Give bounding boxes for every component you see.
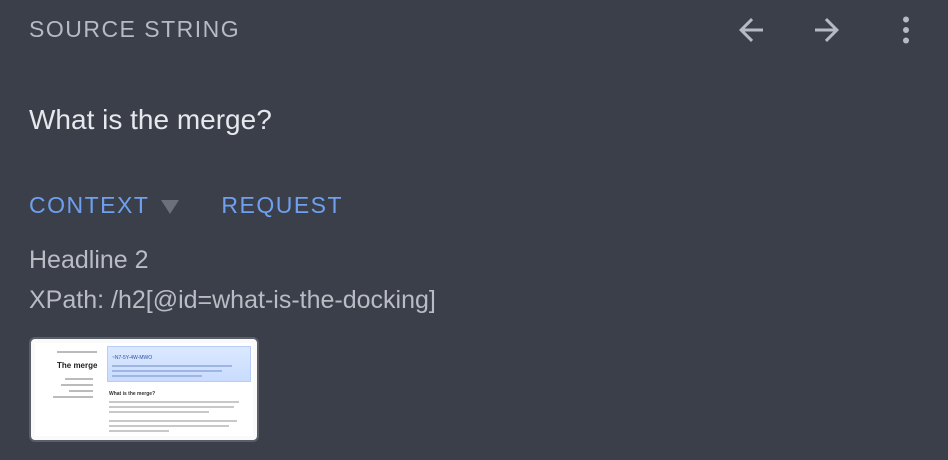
arrow-right-icon [815,18,839,42]
thumbnail-heading: What is the merge? [109,391,156,397]
thumbnail-banner-line [112,375,202,377]
context-screenshot-thumbnail[interactable]: The merge ~N7-5Y-4W-MWO What is the merg… [29,337,259,442]
tab-request[interactable]: REQUEST [221,192,343,219]
thumbnail-sidebar: The merge [35,343,105,436]
thumbnail-text-line [109,411,209,413]
more-vertical-icon [903,16,909,44]
panel-header: SOURCE STRING [0,0,948,62]
thumbnail-nav-line [65,378,93,380]
context-element-type: Headline 2 [29,246,149,274]
thumbnail-banner-line [112,365,232,367]
context-tabs: CONTEXT REQUEST [29,192,343,219]
thumbnail-banner-line [112,370,222,372]
thumbnail-text-line [109,406,234,408]
thumbnail-banner: ~N7-5Y-4W-MWO [107,346,251,382]
back-button[interactable] [731,10,771,50]
thumbnail-title: The merge [57,361,98,370]
forward-button[interactable] [807,10,847,50]
thumbnail-content: ~N7-5Y-4W-MWO What is the merge? [107,343,253,436]
thumbnail-text-line [109,425,229,427]
tab-context[interactable]: CONTEXT [29,192,180,219]
arrow-left-icon [739,18,763,42]
thumbnail-banner-title: ~N7-5Y-4W-MWO [112,355,153,361]
caret-down-icon [161,199,180,214]
thumbnail-text-line [109,401,239,403]
thumbnail-text-line [109,420,237,422]
tab-request-label: REQUEST [221,192,344,218]
thumbnail-text-line [109,430,169,432]
thumbnail-nav-line [53,396,93,398]
more-options-button[interactable] [886,10,926,50]
thumbnail-nav-line [61,384,93,386]
source-string-text: What is the merge? [29,104,272,135]
thumbnail-page: The merge ~N7-5Y-4W-MWO What is the merg… [35,343,253,436]
thumbnail-breadcrumb-line [57,351,97,353]
section-label: SOURCE STRING [29,16,241,42]
tab-context-label: CONTEXT [29,192,150,218]
thumbnail-nav-line [69,390,93,392]
context-xpath: XPath: /h2[@id=what-is-the-docking] [29,286,436,314]
